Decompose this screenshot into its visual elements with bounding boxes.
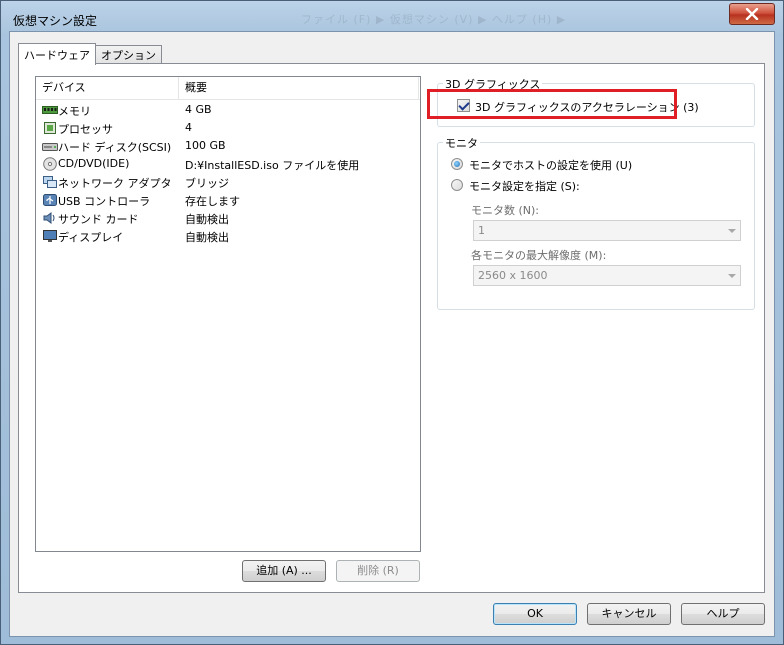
help-button[interactable]: ヘルプ [681, 603, 765, 625]
ok-button[interactable]: OK [493, 603, 577, 625]
device-summary: 自動検出 [185, 213, 229, 226]
device-name: USB コントローラ [58, 195, 151, 208]
device-list-header: デバイス 概要 [36, 77, 420, 100]
display-icon [43, 230, 57, 242]
device-row-usb[interactable]: USB コントローラ 存在します [36, 191, 420, 209]
device-row-processor[interactable]: プロセッサ 4 [36, 119, 420, 137]
dialog-body: ハードウェア オプション デバイス 概要 メモリ 4 GB プロセッサ 4 ハー… [9, 31, 775, 637]
dialog-window: 仮想マシン設定 ファイル (F) ▶ 仮想マシン (V) ▶ ヘルプ (H) ▶… [0, 0, 784, 645]
device-summary: 100 GB [185, 139, 226, 152]
device-name: サウンド カード [58, 213, 139, 226]
title-background-text: ファイル (F) ▶ 仮想マシン (V) ▶ ヘルプ (H) ▶ [301, 13, 567, 26]
column-header-summary[interactable]: 概要 [179, 77, 419, 99]
monitor-count-value: 1 [478, 224, 485, 237]
close-icon [745, 8, 759, 20]
max-resolution-select[interactable]: 2560 x 1600 [473, 265, 741, 286]
chevron-down-icon [728, 274, 736, 278]
add-device-button[interactable]: 追加 (A) ... [242, 560, 326, 582]
window-title: 仮想マシン設定 [13, 14, 98, 28]
device-row-cd-dvd[interactable]: CD/DVD(IDE) D:¥InstallESD.iso ファイルを使用 [36, 155, 420, 173]
monitor-count-select[interactable]: 1 [473, 220, 741, 241]
device-name: ディスプレイ [58, 231, 124, 244]
monitor-host-radio[interactable] [451, 158, 463, 170]
device-name: メモリ [58, 105, 91, 118]
hardware-panel: デバイス 概要 メモリ 4 GB プロセッサ 4 ハード ディスク(SCSI) … [18, 63, 765, 593]
device-row-memory[interactable]: メモリ 4 GB [36, 101, 420, 119]
hard-disk-icon [42, 143, 58, 151]
close-button[interactable] [729, 3, 775, 25]
tab-hardware[interactable]: ハードウェア [18, 43, 96, 65]
graphics-group-label: 3D グラフィックス [443, 76, 543, 92]
device-list[interactable]: デバイス 概要 メモリ 4 GB プロセッサ 4 ハード ディスク(SCSI) … [35, 76, 421, 552]
max-resolution-value: 2560 x 1600 [478, 269, 548, 282]
processor-icon [44, 122, 56, 134]
accel-checkbox[interactable] [457, 99, 470, 112]
network-adapter-icon [43, 176, 57, 188]
remove-device-button[interactable]: 削除 (R) [336, 560, 420, 582]
cd-dvd-icon [43, 157, 57, 171]
device-summary: ブリッジ [185, 177, 229, 190]
device-row-network[interactable]: ネットワーク アダプタ ブリッジ [36, 173, 420, 191]
monitor-specify-radio[interactable] [451, 179, 463, 191]
monitor-host-label[interactable]: モニタでホストの設定を使用 (U) [469, 157, 632, 173]
chevron-down-icon [728, 229, 736, 233]
monitor-count-label: モニタ数 (N): [471, 204, 540, 217]
monitor-group-label: モニタ [443, 135, 480, 151]
device-row-display[interactable]: ディスプレイ 自動検出 [36, 227, 420, 245]
device-row-hard-disk[interactable]: ハード ディスク(SCSI) 100 GB [36, 137, 420, 155]
device-summary: 自動検出 [185, 231, 229, 244]
max-resolution-label: 各モニタの最大解像度 (M): [471, 249, 607, 262]
device-name: ネットワーク アダプタ [58, 177, 172, 190]
tab-strip: ハードウェア オプション [18, 42, 162, 65]
column-header-device[interactable]: デバイス [36, 77, 179, 99]
title-bar[interactable]: 仮想マシン設定 ファイル (F) ▶ 仮想マシン (V) ▶ ヘルプ (H) ▶ [1, 1, 783, 35]
accel-label[interactable]: 3D グラフィックスのアクセラレーション (3) [475, 99, 699, 115]
device-summary: 4 GB [185, 103, 212, 116]
usb-icon [43, 194, 57, 206]
device-summary: 存在します [185, 195, 240, 208]
cancel-button[interactable]: キャンセル [587, 603, 671, 625]
monitor-specify-label[interactable]: モニタ設定を指定 (S): [469, 178, 580, 194]
device-summary: D:¥InstallESD.iso ファイルを使用 [185, 159, 360, 172]
sound-card-icon [43, 212, 55, 224]
memory-icon [42, 106, 58, 114]
device-row-sound[interactable]: サウンド カード 自動検出 [36, 209, 420, 227]
device-summary: 4 [185, 121, 192, 134]
device-name: CD/DVD(IDE) [58, 157, 130, 170]
device-name: プロセッサ [58, 123, 113, 136]
tab-options[interactable]: オプション [95, 45, 162, 64]
device-name: ハード ディスク(SCSI) [58, 141, 172, 154]
